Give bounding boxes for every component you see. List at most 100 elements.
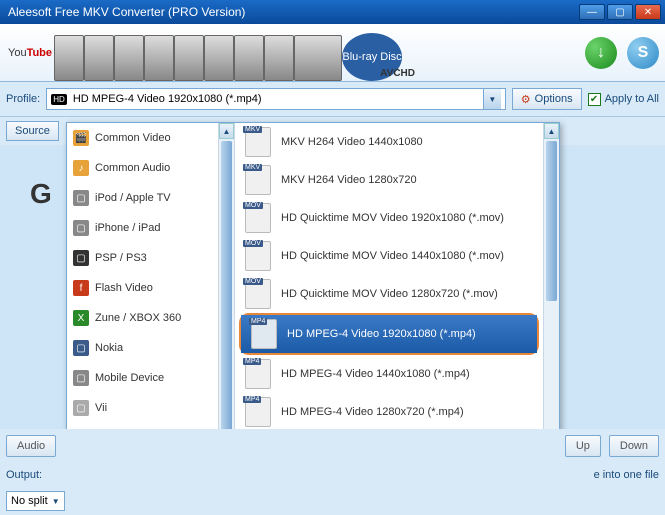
split-select[interactable]: No split ▼	[6, 491, 65, 511]
maximize-button[interactable]: ▢	[607, 4, 633, 20]
audio-button[interactable]: Audio	[6, 435, 56, 457]
format-item[interactable]: MKV H264 Video 1280x720	[235, 161, 543, 199]
header-toolbar: YouTube Blu-ray Disc AVCHD ↓ S	[0, 24, 665, 82]
category-icon: ▢	[73, 340, 89, 356]
category-label: iPod / Apple TV	[95, 192, 171, 204]
category-label: Common Audio	[95, 162, 170, 174]
category-icon: ▢	[73, 400, 89, 416]
device-icon	[264, 35, 294, 81]
format-label: HD Quicktime MOV Video 1440x1080 (*.mov)	[281, 250, 504, 262]
apply-to-all-checkbox[interactable]: ✔ Apply to All	[588, 93, 659, 106]
profile-combobox[interactable]: HD HD MPEG-4 Video 1920x1080 (*.mp4) ▼	[46, 88, 506, 110]
scroll-up-icon[interactable]: ▲	[219, 123, 234, 139]
format-item[interactable]: HD Quicktime MOV Video 1920x1080 (*.mov)	[235, 199, 543, 237]
category-icon: X	[73, 310, 89, 326]
category-item[interactable]: ▢ iPhone / iPad	[67, 213, 218, 243]
format-item[interactable]: HD MPEG-4 Video 1440x1080 (*.mp4)	[235, 355, 543, 393]
device-icon	[114, 35, 144, 81]
format-label: HD Quicktime MOV Video 1280x720 (*.mov)	[281, 288, 498, 300]
split-row: No split ▼	[0, 487, 665, 515]
format-file-icon	[245, 203, 271, 233]
format-item[interactable]: HD Quicktime MOV Video 1280x720 (*.mov)	[235, 275, 543, 313]
format-file-icon	[245, 127, 271, 157]
category-label: PSP / PS3	[95, 252, 147, 264]
category-item[interactable]: ▢ iPod / Apple TV	[67, 183, 218, 213]
category-icon: ♪	[73, 160, 89, 176]
device-icon	[174, 35, 204, 81]
format-label: HD MPEG-4 Video 1920x1080 (*.mp4)	[287, 328, 476, 340]
category-item[interactable]: ▢ Mobile Device	[67, 363, 218, 393]
format-label: MKV H264 Video 1440x1080	[281, 136, 423, 148]
output-row: Output: e into one file	[0, 463, 665, 487]
options-button[interactable]: ⚙ Options	[512, 88, 582, 110]
scroll-up-icon[interactable]: ▲	[544, 123, 559, 139]
merge-text-fragment: e into one file	[594, 469, 659, 481]
category-icon: ▢	[73, 370, 89, 386]
scrollbar-thumb[interactable]	[546, 141, 557, 301]
category-item[interactable]: 🎬 Common Video	[67, 123, 218, 153]
minimize-button[interactable]: —	[579, 4, 605, 20]
close-button[interactable]: ✕	[635, 4, 661, 20]
gear-icon: ⚙	[521, 93, 531, 106]
profile-row: Profile: HD HD MPEG-4 Video 1920x1080 (*…	[0, 82, 665, 117]
format-label: MKV H264 Video 1280x720	[281, 174, 417, 186]
device-icon	[54, 35, 84, 81]
youtube-logo: YouTube	[6, 47, 54, 59]
chevron-down-icon: ▼	[52, 497, 60, 506]
category-icon: 🎬	[73, 130, 89, 146]
category-item[interactable]: ▢ Vii	[67, 393, 218, 423]
format-file-icon	[245, 279, 271, 309]
profile-dropdown-arrow[interactable]: ▼	[483, 89, 501, 109]
category-item[interactable]: X Zune / XBOX 360	[67, 303, 218, 333]
category-label: Nokia	[95, 342, 123, 354]
format-file-icon	[251, 319, 277, 349]
format-file-icon	[245, 397, 271, 427]
category-label: Common Video	[95, 132, 171, 144]
format-file-icon	[245, 359, 271, 389]
profile-label: Profile:	[6, 93, 40, 105]
format-item[interactable]: HD MPEG-4 Video 1920x1080 (*.mp4)	[241, 315, 537, 353]
window-controls: — ▢ ✕	[579, 4, 661, 20]
format-file-icon	[245, 165, 271, 195]
background-letter: G	[30, 178, 52, 210]
category-icon: ▢	[73, 190, 89, 206]
category-icon: f	[73, 280, 89, 296]
check-icon: ✔	[588, 93, 601, 106]
scrollbar-thumb[interactable]	[221, 141, 232, 441]
window-title: Aleesoft Free MKV Converter (PRO Version…	[4, 5, 579, 19]
category-item[interactable]: ▢PSP / PS3	[67, 243, 218, 273]
button-row: Audio Up Down	[0, 429, 665, 463]
output-label: Output:	[6, 469, 42, 481]
settings-button[interactable]: S	[627, 37, 659, 69]
format-item[interactable]: MKV H264 Video 1440x1080	[235, 123, 543, 161]
device-icon	[84, 35, 114, 81]
category-item[interactable]: ♪ Common Audio	[67, 153, 218, 183]
source-button[interactable]: Source	[6, 121, 59, 141]
up-button[interactable]: Up	[565, 435, 601, 457]
device-icons-strip: Blu-ray Disc	[54, 24, 585, 81]
device-icon	[144, 35, 174, 81]
category-item[interactable]: ▢ Nokia	[67, 333, 218, 363]
format-label: HD Quicktime MOV Video 1920x1080 (*.mov)	[281, 212, 504, 224]
bottom-area: Audio Up Down Output: e into one file No…	[0, 429, 665, 515]
avchd-label: AVCHD	[380, 68, 415, 79]
category-label: Mobile Device	[95, 372, 164, 384]
device-icon	[294, 35, 342, 81]
format-label: HD MPEG-4 Video 1440x1080 (*.mp4)	[281, 368, 470, 380]
format-label: HD MPEG-4 Video 1280x720 (*.mp4)	[281, 406, 464, 418]
category-label: Zune / XBOX 360	[95, 312, 181, 324]
device-icon	[204, 35, 234, 81]
format-file-icon	[245, 241, 271, 271]
category-icon: ▢	[73, 220, 89, 236]
titlebar: Aleesoft Free MKV Converter (PRO Version…	[0, 0, 665, 24]
hd-badge-icon: HD	[51, 94, 67, 105]
format-item[interactable]: HD Quicktime MOV Video 1440x1080 (*.mov)	[235, 237, 543, 275]
device-icon	[234, 35, 264, 81]
down-button[interactable]: Down	[609, 435, 659, 457]
download-button[interactable]: ↓	[585, 37, 617, 69]
category-label: Vii	[95, 402, 107, 414]
category-label: iPhone / iPad	[95, 222, 160, 234]
profile-selected-text: HD MPEG-4 Video 1920x1080 (*.mp4)	[73, 93, 477, 105]
format-item[interactable]: HD MPEG-4 Video 1280x720 (*.mp4)	[235, 393, 543, 431]
category-item[interactable]: fFlash Video	[67, 273, 218, 303]
